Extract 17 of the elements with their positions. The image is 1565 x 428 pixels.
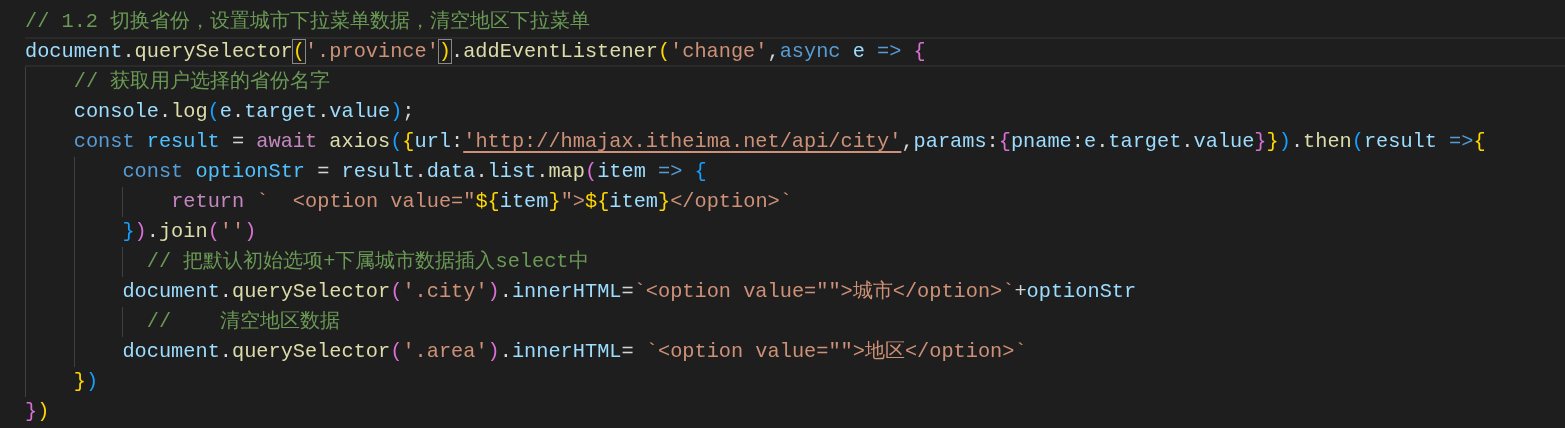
- code-line: document.querySelector('.area').innerHTML= `<option value="">地区</option>`: [122, 339, 1028, 365]
- code-line: const result = await axios({url:'http://hmajax.itheima.net/api/city',params:{pname:e.target.value}}).then(result =>{: [73, 129, 1487, 155]
- code-line: }): [73, 369, 100, 395]
- code-line: console.log(e.target.value);: [73, 99, 416, 125]
- indent-guide: [122, 187, 124, 217]
- indent-guide: [122, 247, 124, 277]
- code-line: // 把默认初始选项+下属城市数据插入select中: [146, 249, 590, 275]
- code-line: // 清空地区数据: [146, 309, 341, 335]
- code-line: // 获取用户选择的省份名字: [73, 69, 332, 95]
- code-line: }): [25, 399, 51, 425]
- code-line: // 1.2 切换省份，设置城市下拉菜单数据，清空地区下拉菜单: [25, 9, 592, 35]
- code-line: const optionStr = result.data.list.map(item => {: [122, 159, 708, 185]
- code-line: document.querySelector('.province').addEventListener('change',async e => {: [25, 37, 1565, 67]
- code-line: document.querySelector('.city').innerHTML=`<option value="">城市</option>`+optionStr: [122, 279, 1138, 305]
- code-line: return ` <option value="${item}">${item}</option>`: [171, 189, 793, 215]
- code-line: }).join(''): [122, 219, 258, 245]
- indent-guide: [122, 307, 124, 337]
